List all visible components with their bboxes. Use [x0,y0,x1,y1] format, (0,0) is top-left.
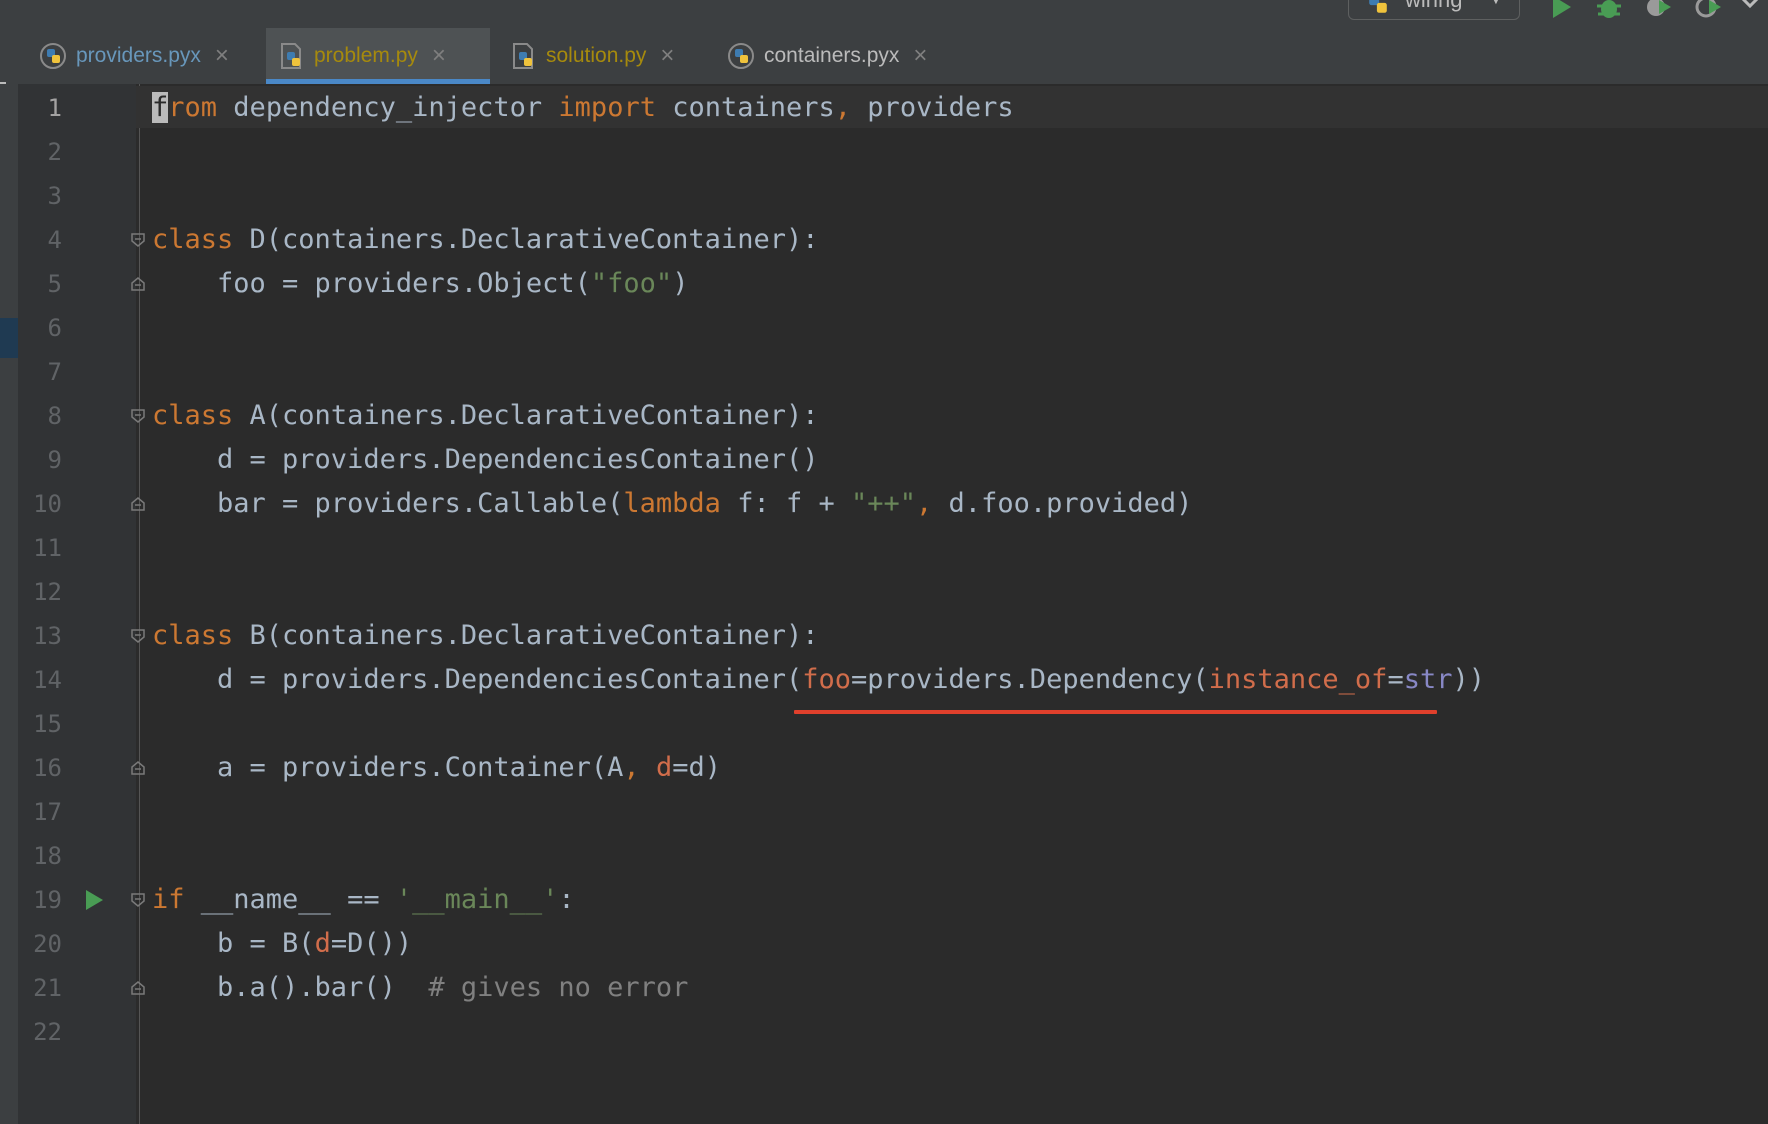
python-file-icon [728,43,754,69]
close-icon[interactable]: × [913,44,927,68]
code-line-10: bar = providers.Callable(lambda f: f + "… [152,488,1193,519]
tool-window-strip [0,84,18,1124]
fold-end-icon[interactable] [131,277,145,291]
line-number: 12 [33,578,62,606]
code-line-1: from dependency_injector import containe… [152,92,1014,123]
fold-collapse-icon[interactable] [131,893,145,907]
tab-containers-pyx[interactable]: containers.pyx × [716,28,966,84]
fold-collapse-icon[interactable] [131,233,145,247]
run-configuration-label: wiring [1405,0,1462,11]
tab-label: solution.py [546,44,647,67]
code-line-19: if __name__ == '__main__': [152,884,575,915]
line-number: 1 [47,94,62,122]
code-line-9: d = providers.DependenciesContainer() [152,444,819,475]
line-number: 20 [33,930,62,958]
run-gutter-icon[interactable] [84,889,104,911]
line-number: 5 [47,270,62,298]
line-number: 7 [47,358,62,386]
chevron-down-icon: ▼ [1489,0,1503,7]
line-number: 13 [33,622,62,650]
python-file-icon [40,43,66,69]
coverage-icon[interactable] [1644,0,1674,22]
code-editor[interactable]: 1 2 3 4 5 6 7 8 9 10 11 12 13 14 15 16 1… [0,84,1768,1124]
tab-label: problem.py [314,44,418,67]
debug-icon[interactable] [1594,0,1624,22]
tab-label: containers.pyx [764,44,900,67]
main-toolbar: wiring ▼ [0,0,1768,29]
line-number: 3 [47,182,62,210]
line-number: 6 [47,314,62,342]
line-number: 11 [33,534,62,562]
close-icon[interactable]: × [432,44,446,68]
code-line-4: class D(containers.DeclarativeContainer)… [152,224,819,255]
line-number: 8 [47,402,62,430]
line-number: 10 [33,490,62,518]
line-number: 15 [33,710,62,738]
line-number: 4 [47,226,62,254]
code-line-21: b.a().bar() # gives no error [152,972,689,1003]
line-number: 19 [33,886,62,914]
close-icon[interactable]: × [660,44,674,68]
tab-label: providers.pyx [76,44,201,67]
run-icon[interactable] [1546,0,1576,22]
tab-solution-py[interactable]: solution.py × [498,28,708,84]
python-file-icon [513,43,533,69]
more-icon[interactable] [1738,0,1762,22]
tool-window-marker [0,318,18,358]
python-file-icon [281,43,301,69]
code-line-16: a = providers.Container(A, d=d) [152,752,721,783]
tab-providers-pyx[interactable]: providers.pyx × [28,28,264,84]
line-number: 22 [33,1018,62,1046]
fold-collapse-icon[interactable] [131,629,145,643]
fold-end-icon[interactable] [131,761,145,775]
code-line-13: class B(containers.DeclarativeContainer)… [152,620,819,651]
code-line-8: class A(containers.DeclarativeContainer)… [152,400,819,431]
profile-icon[interactable] [1694,0,1724,22]
line-number: 17 [33,798,62,826]
run-configuration-selector[interactable]: wiring ▼ [1348,0,1520,20]
line-number: 21 [33,974,62,1002]
code-line-5: foo = providers.Object("foo") [152,268,689,299]
error-underline[interactable] [794,710,1437,714]
line-number: 2 [47,138,62,166]
fold-end-icon[interactable] [131,981,145,995]
line-number: 9 [47,446,62,474]
fold-end-icon[interactable] [131,497,145,511]
tab-problem-py[interactable]: problem.py × [266,28,490,84]
line-number: 18 [33,842,62,870]
fold-collapse-icon[interactable] [131,409,145,423]
editor-tab-bar: providers.pyx × problem.py × solution.py… [0,28,1768,85]
code-line-14: d = providers.DependenciesContainer(foo=… [152,664,1485,695]
line-number: 14 [33,666,62,694]
line-number: 16 [33,754,62,782]
close-icon[interactable]: × [215,44,229,68]
code-line-20: b = B(d=D()) [152,928,413,959]
text-cursor: f [152,92,169,123]
python-icon [1369,0,1387,13]
